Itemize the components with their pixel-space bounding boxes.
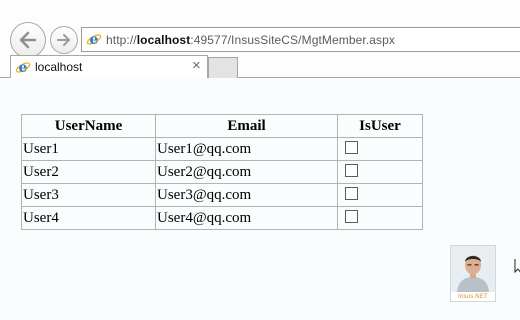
ie-logo-icon: e bbox=[86, 32, 102, 47]
isuser-cell bbox=[337, 160, 423, 184]
address-bar[interactable]: e http://localhost:49577/InsusSiteCS/Mgt… bbox=[81, 27, 520, 52]
isuser-checkbox[interactable] bbox=[345, 209, 358, 223]
author-avatar: Insus.NET bbox=[450, 245, 496, 302]
username-cell: User2 bbox=[21, 160, 156, 184]
username-cell: User4 bbox=[21, 206, 156, 230]
watermark-text: Insus.NET bbox=[458, 294, 488, 300]
table-row: User3 User3@qq.com bbox=[21, 183, 423, 207]
column-header-username: UserName bbox=[21, 114, 156, 138]
back-arrow-icon bbox=[19, 31, 37, 49]
column-header-isuser: IsUser bbox=[337, 114, 423, 138]
isuser-cell bbox=[337, 183, 423, 207]
svg-text:e: e bbox=[19, 60, 28, 75]
close-tab-icon[interactable]: × bbox=[192, 57, 201, 75]
forward-button[interactable] bbox=[50, 26, 78, 54]
header-row: UserName Email IsUser bbox=[21, 114, 423, 138]
email-cell: User4@qq.com bbox=[155, 206, 338, 230]
username-cell: User1 bbox=[21, 137, 156, 161]
table-row: User4 User4@qq.com bbox=[21, 206, 423, 230]
username-cell: User3 bbox=[21, 183, 156, 207]
person-photo-icon bbox=[451, 246, 495, 292]
browser-chrome: e http://localhost:49577/InsusSiteCS/Mgt… bbox=[0, 0, 520, 79]
url-text[interactable]: http://localhost:49577/InsusSiteCS/MgtMe… bbox=[106, 33, 395, 47]
url-host: localhost bbox=[136, 33, 191, 47]
forward-arrow-icon bbox=[57, 34, 70, 46]
table-row: User2 User2@qq.com bbox=[21, 160, 423, 184]
isuser-checkbox[interactable] bbox=[345, 186, 358, 200]
email-cell: User3@qq.com bbox=[155, 183, 338, 207]
table-row: User1 User1@qq.com bbox=[21, 137, 423, 161]
ie-logo-icon: e bbox=[15, 60, 31, 75]
tab-strip: e localhost × bbox=[0, 55, 520, 79]
column-header-email: Email bbox=[155, 114, 338, 138]
email-cell: User1@qq.com bbox=[155, 137, 338, 161]
isuser-checkbox[interactable] bbox=[345, 163, 358, 177]
isuser-cell bbox=[337, 206, 423, 230]
tab-title: localhost bbox=[35, 60, 83, 74]
back-button[interactable] bbox=[10, 22, 46, 58]
isuser-checkbox[interactable] bbox=[345, 140, 358, 154]
tab-localhost[interactable]: e localhost × bbox=[10, 55, 208, 78]
email-cell: User2@qq.com bbox=[155, 160, 338, 184]
member-grid: UserName Email IsUser User1 User1@qq.com… bbox=[21, 114, 423, 230]
mouse-cursor-icon bbox=[514, 259, 520, 274]
url-path: :49577/InsusSiteCS/MgtMember.aspx bbox=[190, 33, 396, 47]
isuser-cell bbox=[337, 137, 423, 161]
url-prefix: http:// bbox=[106, 33, 137, 47]
svg-text:e: e bbox=[90, 32, 99, 47]
new-tab-button[interactable] bbox=[208, 57, 238, 78]
